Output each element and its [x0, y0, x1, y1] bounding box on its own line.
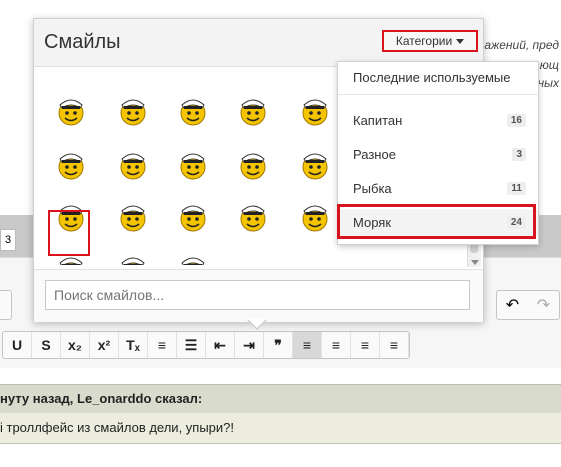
- quote-body: і троллфейс из смайлов дели, упыри?!: [0, 413, 561, 444]
- sailor-smiley-sad-icon[interactable]: [236, 199, 270, 233]
- popup-pointer-inner: [248, 319, 266, 328]
- outdent-icon[interactable]: ⇤: [206, 332, 235, 358]
- dropdown-item-kapitan[interactable]: Капитан 16: [338, 107, 538, 135]
- sailor-smiley-pipe-icon[interactable]: [176, 93, 210, 127]
- selected-smiley-highlight: [48, 210, 90, 256]
- page-number-button[interactable]: 3: [0, 229, 16, 251]
- dropdown-item-label: Разное: [353, 147, 396, 162]
- quote-icon[interactable]: ❞: [264, 332, 293, 358]
- sailor-smiley-accordion-icon[interactable]: [236, 93, 270, 127]
- dropdown-item-raznoe[interactable]: Разное 3: [338, 141, 538, 169]
- sailor-smiley-tongue-icon[interactable]: [54, 93, 88, 127]
- undo-redo-group: ↶ ↷: [496, 290, 560, 320]
- format-toolbar: U Sx₂ x² Tₓ ≡ ☰ ⇤ ⇥ ❞ ≡ ≡ ≡ ≡: [2, 331, 410, 359]
- quote-header: нуту назад, Le_onarddo сказал:: [0, 384, 561, 414]
- scroll-down-icon[interactable]: [471, 260, 479, 265]
- align-justify-icon[interactable]: ≡: [380, 332, 409, 358]
- dropdown-item-rybka[interactable]: Рыбка 11: [338, 175, 538, 203]
- undo-icon[interactable]: ↶: [506, 295, 519, 315]
- count-badge: 16: [506, 114, 526, 127]
- sailor-smiley-joy-icon[interactable]: [176, 251, 210, 265]
- dropdown-item-label: Последние используемые: [353, 70, 511, 85]
- indent-icon[interactable]: ⇥: [235, 332, 264, 358]
- search-bar: [34, 269, 483, 322]
- sailor-smiley-partial-icon[interactable]: [298, 199, 332, 233]
- align-center-icon[interactable]: ≡: [322, 332, 351, 358]
- categories-button[interactable]: Категории: [382, 30, 478, 52]
- background-text-1: ажений, пред: [484, 38, 559, 52]
- sailor-smiley-boat-icon[interactable]: [298, 93, 332, 127]
- underline-icon[interactable]: U: [3, 332, 32, 358]
- superscript-icon[interactable]: x²: [90, 332, 119, 358]
- popup-title: Смайлы: [44, 31, 121, 53]
- sailor-smiley-salute-icon[interactable]: [176, 147, 210, 181]
- dropdown-item-label: Капитан: [353, 113, 403, 128]
- align-left-icon[interactable]: ≡: [293, 332, 322, 358]
- sailor-smiley-sunglasses-icon[interactable]: [116, 147, 150, 181]
- sailor-smiley-smile-icon[interactable]: [54, 147, 88, 181]
- numbered-list-icon[interactable]: ≡: [148, 332, 177, 358]
- sailor-smiley-mustache-icon[interactable]: [116, 93, 150, 127]
- sailor-smiley-happy-icon[interactable]: [116, 251, 150, 265]
- sailor-smiley-hiding-icon[interactable]: [236, 147, 270, 181]
- count-badge: 11: [507, 182, 526, 195]
- chevron-down-icon: [456, 38, 465, 44]
- subscript-icon[interactable]: x₂: [61, 332, 90, 358]
- dropdown-divider: [338, 94, 538, 95]
- align-right-icon[interactable]: ≡: [351, 332, 380, 358]
- strikethrough-icon[interactable]: S: [32, 332, 61, 358]
- sailor-smiley-grin-icon[interactable]: [298, 147, 332, 181]
- dropdown-item-recent[interactable]: Последние используемые: [338, 64, 538, 92]
- search-input[interactable]: [45, 280, 470, 310]
- sailor-smiley-wink-icon[interactable]: [116, 199, 150, 233]
- bullet-list-icon[interactable]: ☰: [177, 332, 206, 358]
- dropdown-item-label: Рыбка: [353, 181, 392, 196]
- moryak-highlight: [337, 204, 536, 239]
- clear-format-icon[interactable]: Tₓ: [119, 332, 148, 358]
- toolbar-left-button[interactable]: [0, 290, 12, 320]
- popup-header: Смайлы Категории: [34, 19, 483, 67]
- count-badge: 3: [512, 148, 526, 161]
- categories-label: Категории: [395, 34, 453, 48]
- redo-icon[interactable]: ↷: [537, 295, 550, 315]
- sailor-smiley-smoke-icon[interactable]: [176, 199, 210, 233]
